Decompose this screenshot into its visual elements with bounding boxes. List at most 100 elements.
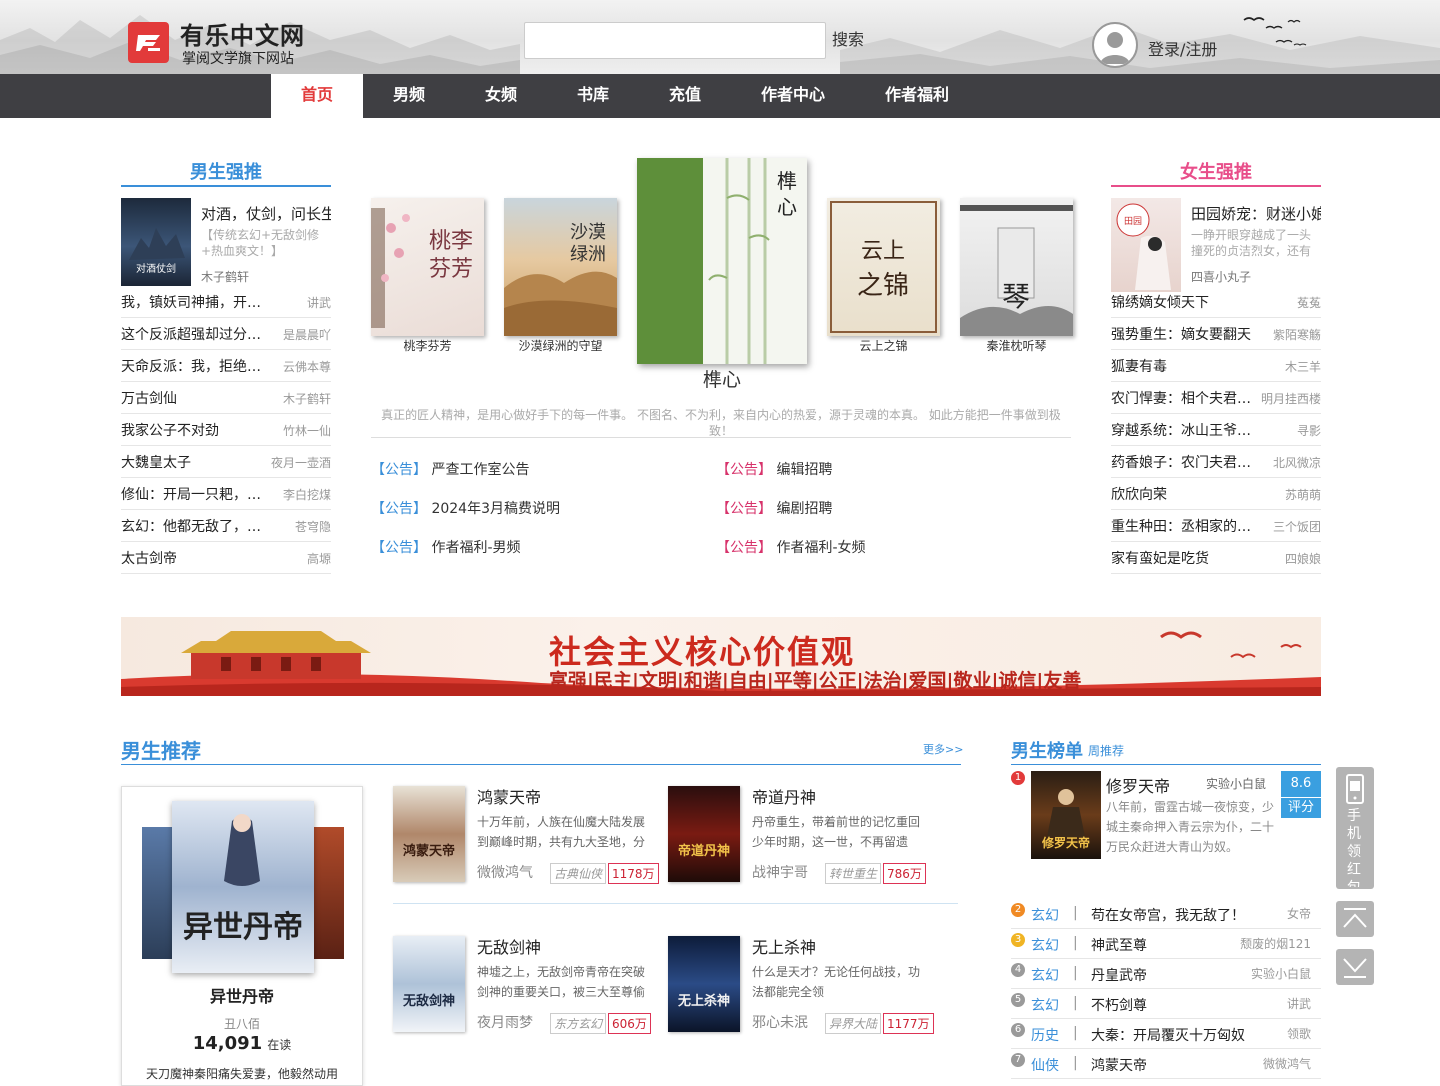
- list-item[interactable]: 重生种田：丞相家的… 三个饭团: [1111, 510, 1321, 542]
- rec-book-title[interactable]: 无上杀神: [752, 934, 816, 958]
- male-featured-cover[interactable]: 对酒仗剑: [121, 198, 191, 286]
- list-item-author[interactable]: 北风微凉: [1273, 454, 1321, 471]
- nav-author-center[interactable]: 作者中心: [731, 74, 855, 118]
- rank-list-item[interactable]: 7 仙侠 | 鸿蒙天帝 微微鸿气: [1011, 1049, 1321, 1079]
- notice-item[interactable]: 【公告】 编剧招聘: [716, 498, 832, 518]
- rec-book-genre-tag[interactable]: 异界大陆: [825, 1013, 882, 1034]
- rec-book-title[interactable]: 鸿蒙天帝: [477, 784, 541, 808]
- featured-stack-cover[interactable]: 异世丹帝: [172, 801, 314, 973]
- rank-title[interactable]: 鸿蒙天帝: [1091, 1055, 1147, 1075]
- notice-item[interactable]: 【公告】 2024年3月稿费说明: [371, 498, 560, 518]
- list-item-author[interactable]: 是晨晨吖: [283, 326, 331, 343]
- rank-list-item[interactable]: 4 玄幻 | 丹皇武帝 实验小白鼠: [1011, 959, 1321, 989]
- site-logo[interactable]: [128, 22, 169, 63]
- scroll-bottom-button[interactable]: [1336, 949, 1374, 985]
- list-item-title[interactable]: 欣欣向荣: [1111, 484, 1167, 504]
- rec-book-genre-tag[interactable]: 古典仙侠: [550, 863, 607, 884]
- rank-top-cover[interactable]: 修罗天帝: [1031, 771, 1101, 859]
- rank-list-item[interactable]: 6 历史 | 大秦：开局覆灭十万匈奴 领歌: [1011, 1019, 1321, 1049]
- list-item-author[interactable]: 苏萌萌: [1285, 486, 1321, 503]
- mobile-redpacket-panel[interactable]: 手机领红包: [1336, 767, 1374, 889]
- more-link[interactable]: 更多>>: [923, 741, 963, 757]
- list-item-author[interactable]: 紫陌寒觞: [1273, 326, 1321, 343]
- rank-title[interactable]: 大秦：开局覆灭十万匈奴: [1091, 1025, 1245, 1045]
- rank-list-item[interactable]: 2 玄幻 | 苟在女帝宫，我无敌了！ 女帝: [1011, 899, 1321, 929]
- list-item-author[interactable]: 李白挖煤: [283, 486, 331, 503]
- site-name[interactable]: 有乐中文网: [180, 16, 305, 51]
- list-item-author[interactable]: 寻影: [1297, 422, 1321, 439]
- list-item[interactable]: 狐妻有毒 木三羊: [1111, 350, 1321, 382]
- carousel-caption-1[interactable]: 桃李芬芳: [371, 337, 484, 354]
- carousel-cover-5[interactable]: 琴: [960, 198, 1073, 336]
- user-avatar-icon[interactable]: [1092, 22, 1138, 68]
- list-item[interactable]: 万古剑仙 木子鹤轩: [121, 382, 331, 414]
- notice-item[interactable]: 【公告】 作者福利-男频: [371, 537, 521, 557]
- rank-list-item[interactable]: 3 玄幻 | 神武至尊 颓废的烟121: [1011, 929, 1321, 959]
- list-item-title[interactable]: 修仙：开局一只耙，…: [121, 484, 261, 504]
- list-item-author[interactable]: 菟菟: [1297, 294, 1321, 311]
- rec-book-title[interactable]: 无敌剑神: [477, 934, 541, 958]
- rec-book-author[interactable]: 邪心未泯: [752, 1012, 808, 1032]
- notice-item[interactable]: 【公告】 作者福利-女频: [716, 537, 866, 557]
- core-values-banner[interactable]: 社会主义核心价值观 富强|民主|文明|和谐|自由|平等|公正|法治|爱国|敬业|…: [121, 617, 1321, 696]
- rec-book-title[interactable]: 帝道丹神: [752, 784, 816, 808]
- list-item-title[interactable]: 重生种田：丞相家的…: [1111, 516, 1251, 536]
- nav-female[interactable]: 女频: [455, 74, 547, 118]
- rank-list-item[interactable]: 5 玄幻 | 不朽剑尊 讲武: [1011, 989, 1321, 1019]
- scroll-top-button[interactable]: [1336, 901, 1374, 937]
- rank-title[interactable]: 丹皇武帝: [1091, 965, 1147, 985]
- list-item-title[interactable]: 这个反派超强却过分…: [121, 324, 261, 344]
- list-item-author[interactable]: 云佛本尊: [283, 358, 331, 375]
- rank-genre[interactable]: 玄幻: [1031, 965, 1059, 985]
- carousel-featured-title[interactable]: 榫心: [637, 365, 807, 392]
- carousel-cover-1[interactable]: 桃李 芬芳: [371, 198, 484, 336]
- female-featured-title[interactable]: 田园娇宠：财迷小娘子: [1191, 203, 1321, 224]
- rank-top-author[interactable]: 实验小白鼠: [1206, 775, 1266, 792]
- list-item-author[interactable]: 讲武: [307, 294, 331, 311]
- rec-book-cover[interactable]: 帝道丹神: [668, 786, 740, 882]
- rank-title[interactable]: 不朽剑尊: [1091, 995, 1147, 1015]
- female-featured-author[interactable]: 四喜小丸子: [1191, 268, 1251, 285]
- rank-title[interactable]: 神武至尊: [1091, 935, 1147, 955]
- featured-recommend-title[interactable]: 异世丹帝: [122, 983, 362, 1007]
- nav-home[interactable]: 首页: [271, 74, 363, 118]
- list-item-title[interactable]: 我家公子不对劲: [121, 420, 219, 440]
- carousel-caption-2[interactable]: 沙漠绿洲的守望: [504, 337, 617, 354]
- female-featured-cover[interactable]: 田园: [1111, 198, 1181, 292]
- rank-author[interactable]: 微微鸿气: [1263, 1055, 1311, 1072]
- rec-book-genre-tag[interactable]: 转世重生: [825, 863, 882, 884]
- male-rank-sub[interactable]: 周推荐: [1088, 742, 1124, 759]
- rank-author[interactable]: 领歌: [1287, 1025, 1311, 1042]
- list-item[interactable]: 玄幻：他都无敌了，… 苍穹隐: [121, 510, 331, 542]
- list-item[interactable]: 药香娘子：农门夫君… 北风微凉: [1111, 446, 1321, 478]
- rank-genre[interactable]: 仙侠: [1031, 1055, 1059, 1075]
- notice-item[interactable]: 【公告】 严查工作室公告: [371, 459, 529, 479]
- list-item-title[interactable]: 家有蛮妃是吃货: [1111, 548, 1209, 568]
- rec-book-cover[interactable]: 无敌剑神: [393, 936, 465, 1032]
- list-item[interactable]: 农门悍妻：相个夫君… 明月挂西楼: [1111, 382, 1321, 414]
- featured-recommend-author[interactable]: 丑八佰: [122, 1015, 362, 1032]
- rank-author[interactable]: 实验小白鼠: [1251, 965, 1311, 982]
- rec-book-cover[interactable]: 鸿蒙天帝: [393, 786, 465, 882]
- rank-title[interactable]: 苟在女帝宫，我无敌了！: [1091, 905, 1245, 925]
- list-item-title[interactable]: 药香娘子：农门夫君…: [1111, 452, 1251, 472]
- rec-book-cover[interactable]: 无上杀神: [668, 936, 740, 1032]
- list-item-title[interactable]: 农门悍妻：相个夫君…: [1111, 388, 1251, 408]
- list-item[interactable]: 欣欣向荣 苏萌萌: [1111, 478, 1321, 510]
- list-item[interactable]: 强势重生：嫡女要翻天 紫陌寒觞: [1111, 318, 1321, 350]
- search-button[interactable]: 搜索: [832, 26, 864, 50]
- rank-author[interactable]: 女帝: [1287, 905, 1311, 922]
- carousel-caption-4[interactable]: 云上之锦: [827, 337, 940, 354]
- list-item[interactable]: 家有蛮妃是吃货 四娘娘: [1111, 542, 1321, 574]
- rank-author[interactable]: 颓废的烟121: [1240, 935, 1311, 952]
- carousel-caption-5[interactable]: 秦淮枕听琴: [960, 337, 1073, 354]
- list-item[interactable]: 修仙：开局一只耙，… 李白挖煤: [121, 478, 331, 510]
- male-recommend-featured-card[interactable]: 异世丹帝 异世丹帝 丑八佰 14,091 在读 天刀魔神秦阳痛失爱妻，他毅然动用: [121, 786, 363, 1086]
- male-featured-title[interactable]: 对酒，仗剑，问长生: [201, 203, 331, 224]
- search-input[interactable]: [524, 22, 826, 59]
- rec-book-genre-tag[interactable]: 东方玄幻: [550, 1013, 607, 1034]
- carousel-cover-4[interactable]: 云上 之锦: [827, 198, 940, 336]
- list-item-title[interactable]: 大魏皇太子: [121, 452, 191, 472]
- list-item-title[interactable]: 狐妻有毒: [1111, 356, 1167, 376]
- list-item-title[interactable]: 玄幻：他都无敌了，…: [121, 516, 261, 536]
